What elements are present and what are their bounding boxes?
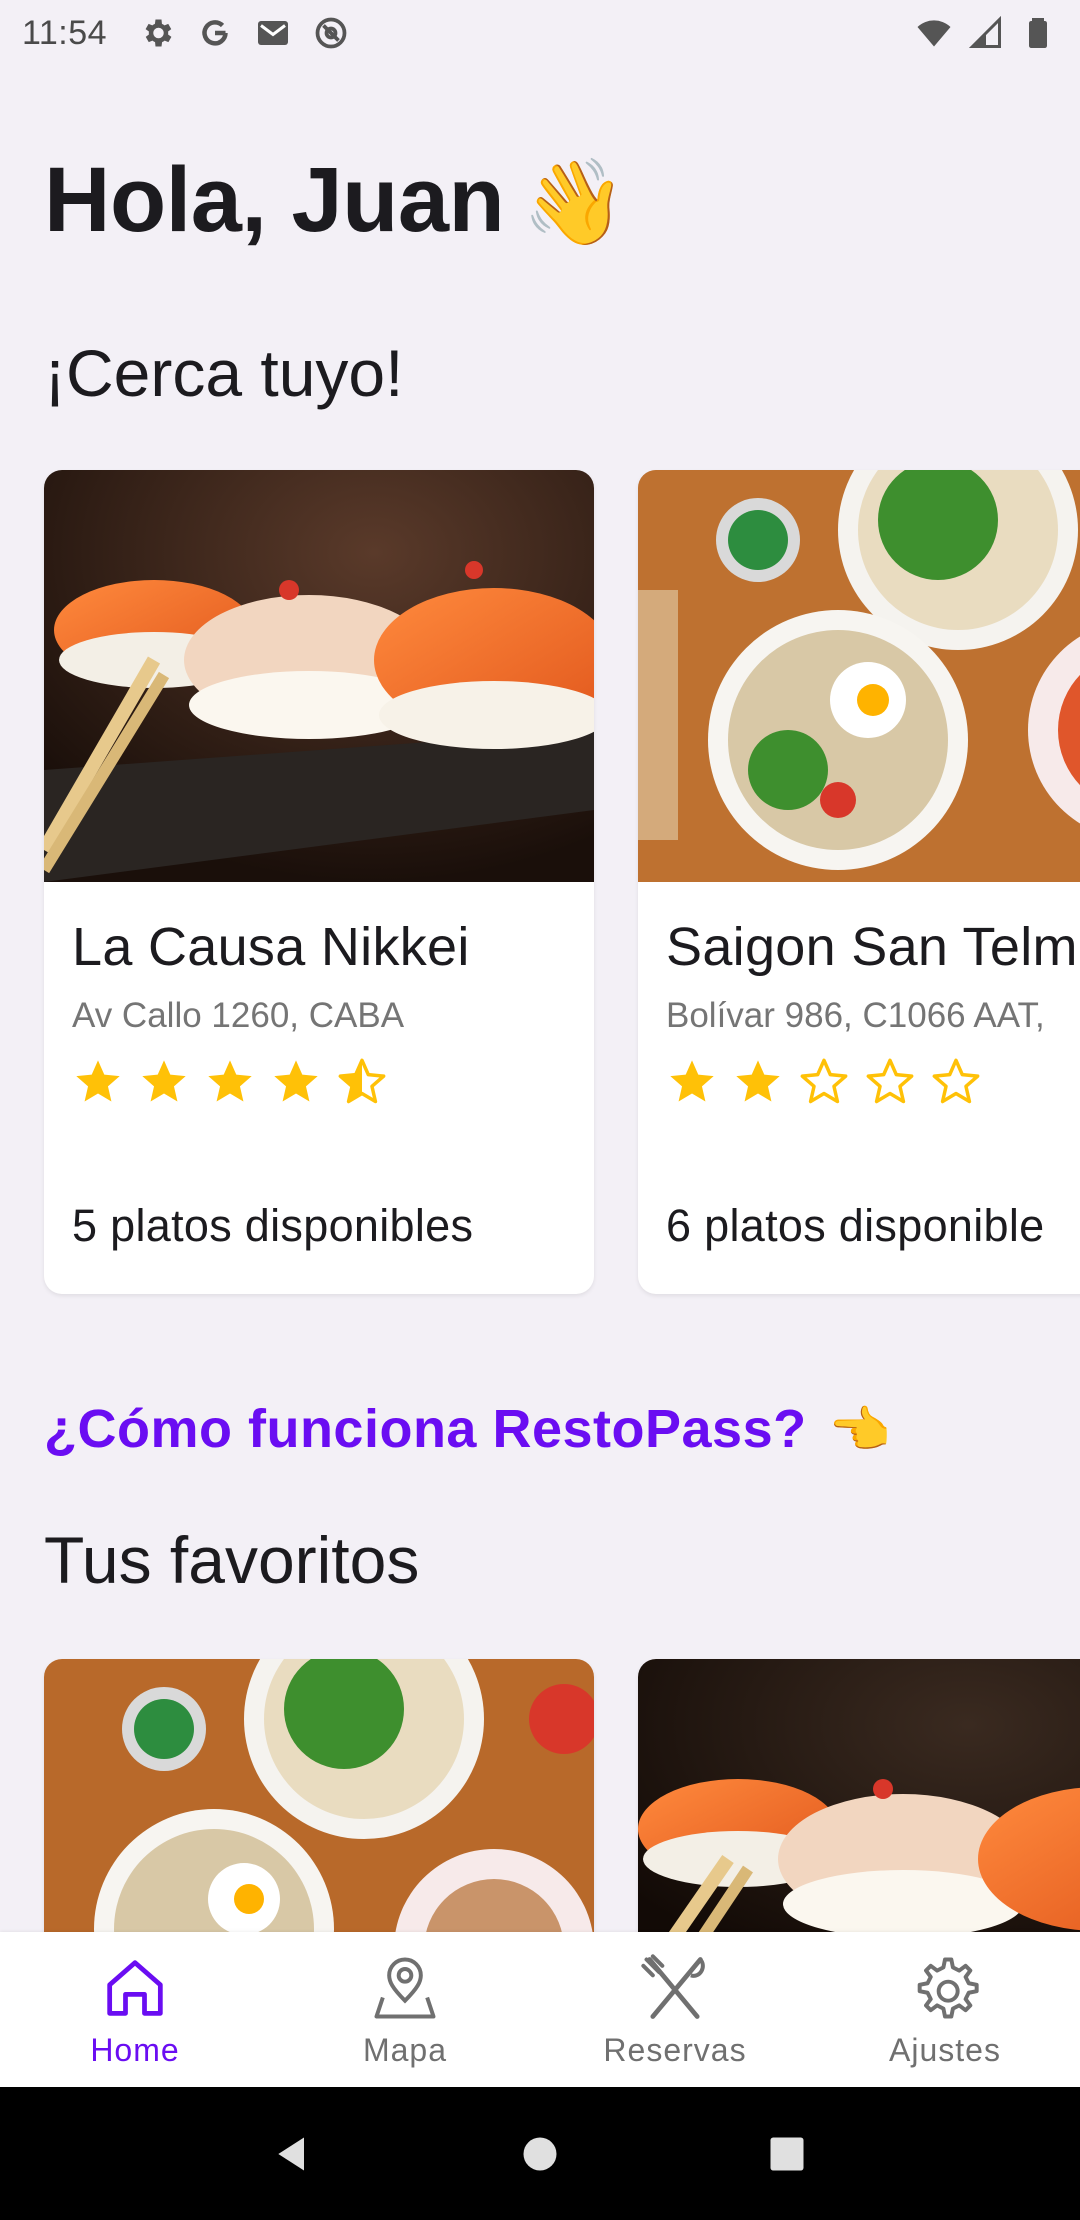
wifi-icon (914, 13, 954, 53)
notification-icons (137, 13, 351, 53)
restaurant-address: Av Callo 1260, CABA (72, 996, 405, 1035)
near-you-title: ¡Cerca tuyo! (44, 336, 404, 410)
bottom-navigation: Home Mapa Reservas Ajustes (0, 1932, 1080, 2087)
nav-map[interactable]: Mapa (270, 1950, 540, 2069)
home-system-button[interactable] (510, 2124, 570, 2184)
star-full-icon (736, 1060, 780, 1102)
nav-reservations[interactable]: Reservas (540, 1950, 810, 2069)
circle-home-icon (523, 2137, 557, 2170)
back-icon (278, 2137, 305, 2170)
restaurant-name: La Causa Nikkei (72, 917, 470, 977)
dishes-available: 6 platos disponible (666, 1200, 1045, 1251)
star-empty-icon (800, 1058, 848, 1104)
rating-stars (666, 1056, 1080, 1108)
restaurant-photo-pho (638, 470, 1080, 882)
favorites-title: Tus favoritos (44, 1523, 420, 1597)
system-navigation-bar (0, 2087, 1080, 2220)
home-screen: 11:54 Hola, Juan 👋 ¡Cerca tuyo! La Causa… (0, 0, 1080, 2220)
nav-settings-label: Ajustes (889, 2032, 1001, 2068)
restaurant-card[interactable]: Saigon San Telm Bolívar 986, C1066 AAT, … (638, 470, 1080, 1294)
back-button[interactable] (263, 2124, 323, 2184)
star-half-icon (338, 1058, 386, 1104)
dishes-available: 5 platos disponibles (72, 1200, 474, 1251)
square-recents-icon (770, 2137, 804, 2170)
map-pin-icon (374, 1957, 436, 2019)
rating-stars (72, 1056, 566, 1108)
star-full-icon (142, 1060, 186, 1102)
how-it-works-label: ¿Cómo funciona RestoPass? (44, 1399, 807, 1459)
signal-icon (966, 13, 1006, 53)
star-full-icon (208, 1060, 252, 1102)
battery-icon (1018, 13, 1058, 53)
greeting-text: Hola, Juan (44, 149, 505, 251)
nav-reservations-label: Reservas (603, 2032, 747, 2068)
recents-button[interactable] (757, 2124, 817, 2184)
gear-icon (917, 1957, 979, 2019)
restaurant-name: Saigon San Telm (666, 917, 1078, 977)
fork-knife-icon (641, 1954, 705, 2019)
google-icon (195, 13, 235, 53)
how-it-works-link[interactable]: ¿Cómo funciona RestoPass? 👈 (44, 1398, 891, 1460)
star-full-icon (670, 1060, 714, 1102)
card-details: Saigon San Telm Bolívar 986, C1066 AAT, … (638, 882, 1080, 1294)
home-icon (107, 1960, 163, 2016)
system-status-icons (914, 13, 1058, 53)
status-time: 11:54 (22, 13, 108, 52)
star-empty-icon (866, 1058, 914, 1104)
star-full-icon (76, 1060, 120, 1102)
card-details: La Causa Nikkei Av Callo 1260, CABA 5 pl… (44, 882, 594, 1294)
greeting-heading: Hola, Juan 👋 (44, 148, 627, 253)
pointing-hand-icon: 👈 (828, 1402, 892, 1458)
nav-settings[interactable]: Ajustes (810, 1950, 1080, 2069)
at-sign-icon (311, 13, 351, 53)
star-empty-icon (932, 1058, 980, 1104)
nav-map-label: Mapa (362, 2032, 448, 2068)
gmail-icon (253, 13, 293, 53)
status-bar: 11:54 (0, 0, 1080, 66)
restaurant-photo-sushi (44, 470, 594, 882)
star-full-icon (274, 1060, 318, 1102)
settings-icon (137, 13, 177, 53)
nav-home-label: Home (90, 2032, 180, 2068)
waving-hand-icon: 👋 (522, 155, 627, 249)
nav-home[interactable]: Home (0, 1950, 270, 2069)
restaurant-address: Bolívar 986, C1066 AAT, (666, 996, 1045, 1035)
restaurant-card[interactable]: La Causa Nikkei Av Callo 1260, CABA 5 pl… (44, 470, 594, 1294)
